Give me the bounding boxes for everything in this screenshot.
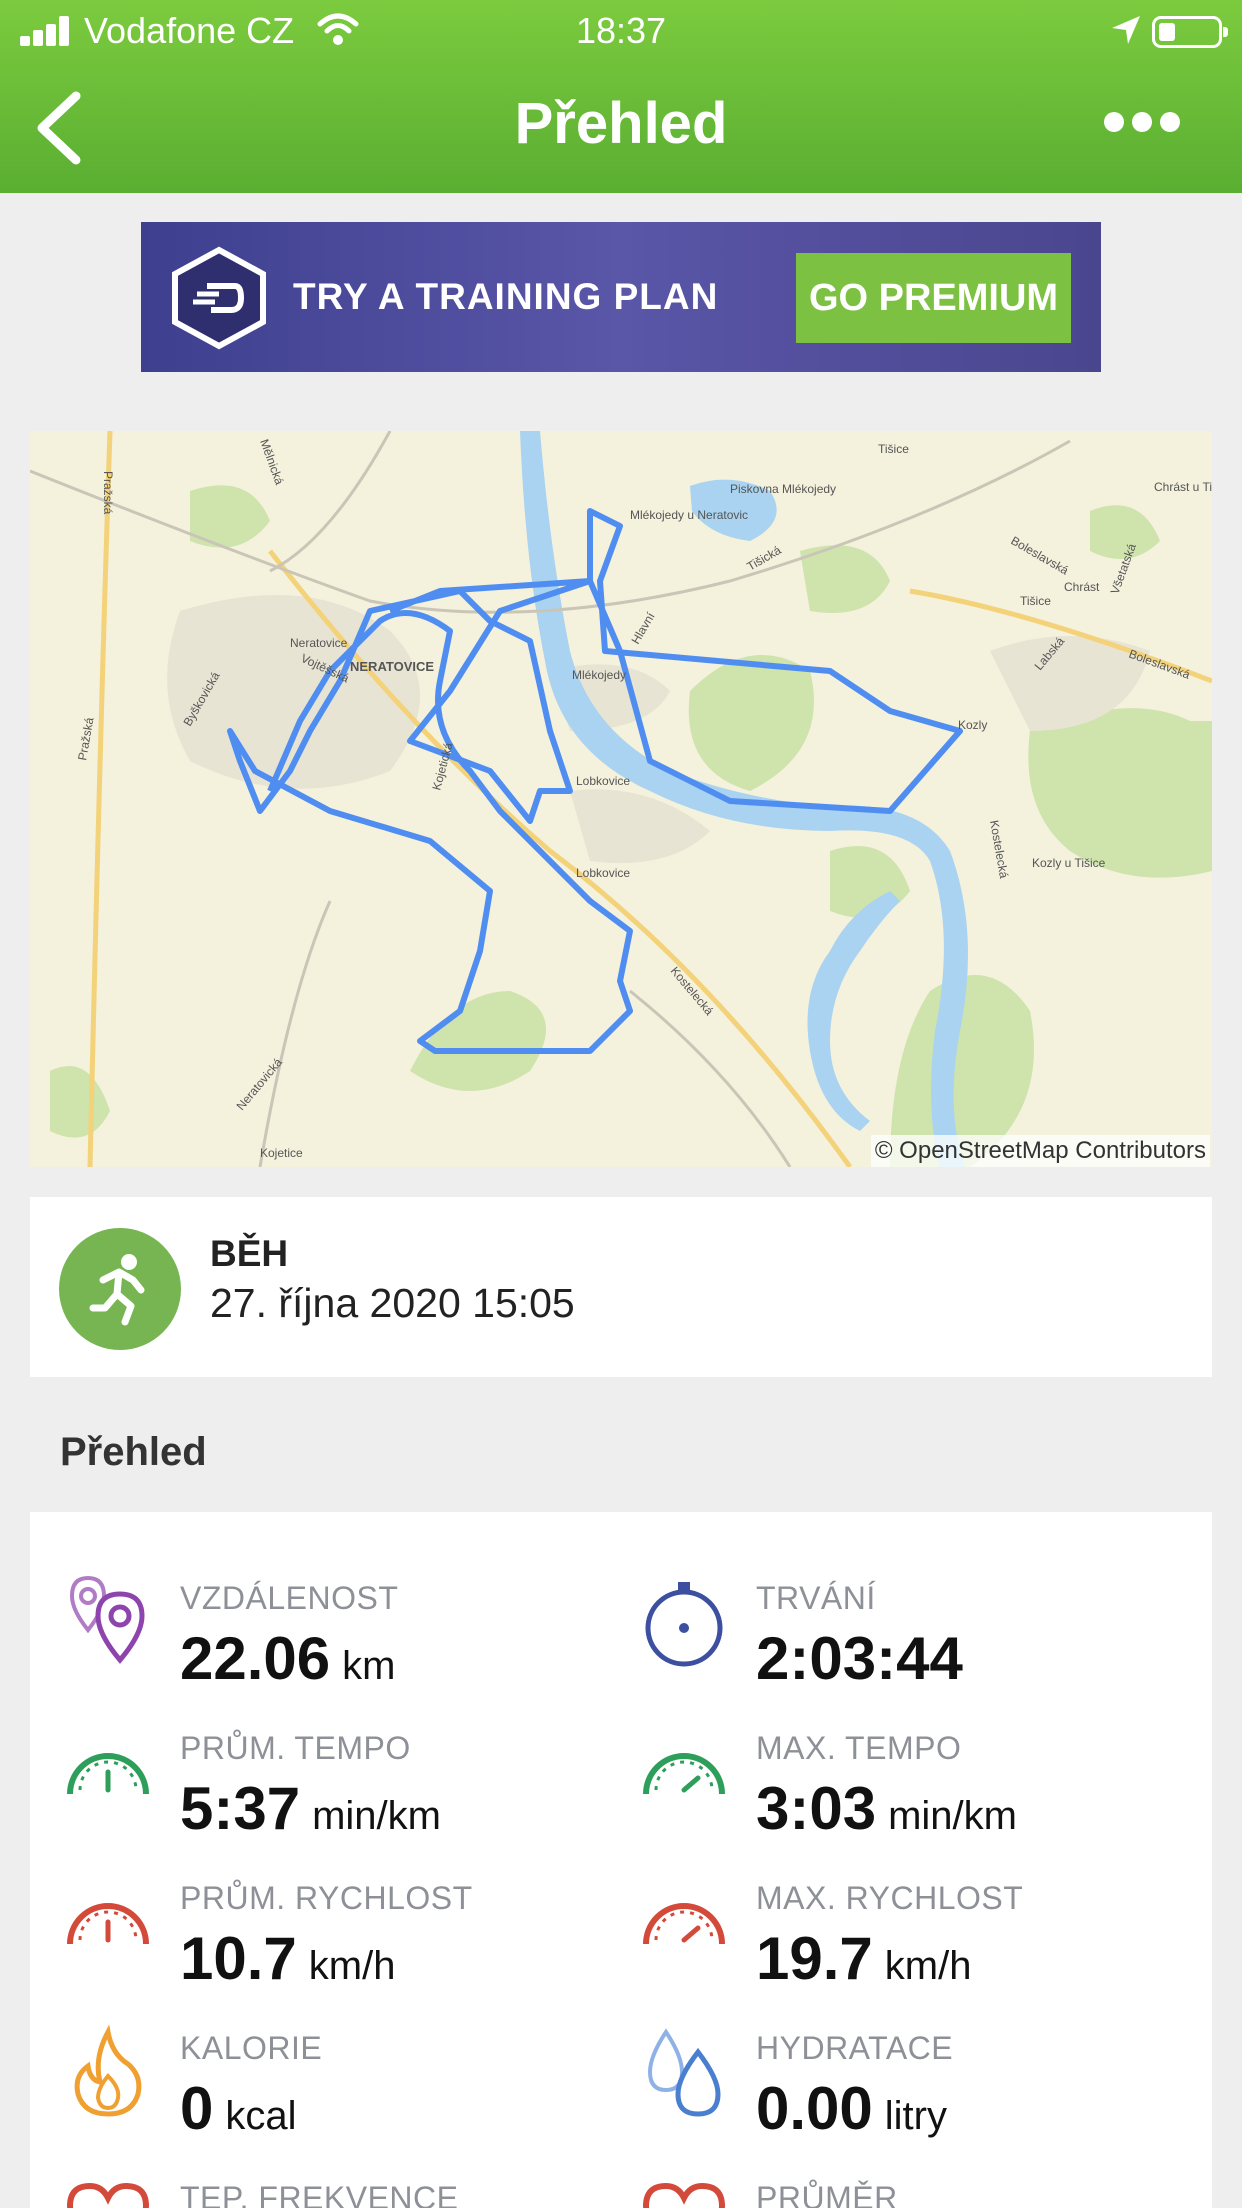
stat-avg-speed: PRŮM. RYCHLOST 10.7 km/h <box>60 1874 620 2014</box>
stat-value: 0.00 litry <box>756 2075 947 2142</box>
stat-label: PRŮM. TEMPO <box>180 1730 411 1766</box>
ad-headline: TRY A TRAINING PLAN <box>293 276 719 317</box>
stat-label: TEP. FREKVENCE <box>180 2180 459 2208</box>
route-map[interactable]: Neratovice NERATOVICE Mlékojedy u Nerato… <box>30 431 1212 1167</box>
flame-icon <box>74 2024 142 2117</box>
premium-ad-banner[interactable]: TRY A TRAINING PLAN GO PREMIUM <box>141 222 1101 372</box>
stat-label: KALORIE <box>180 2030 323 2066</box>
page-title: Přehled <box>514 91 728 156</box>
activity-date: 27. října 2020 15:05 <box>210 1280 575 1326</box>
stat-value: 22.06 km <box>180 1625 396 1692</box>
stat-value: 2:03:44 <box>756 1625 963 1692</box>
map-label: Kojetice <box>260 1146 303 1160</box>
map-label: Hlavní <box>628 609 657 646</box>
stat-value: 5:37 min/km <box>180 1775 441 1842</box>
map-label: Mlékojedy <box>572 668 626 682</box>
water-drops-icon <box>647 2028 721 2117</box>
stat-label: PRŮMĚR <box>756 2180 898 2208</box>
location-arrow-icon <box>1112 16 1140 44</box>
running-icon <box>59 1228 181 1350</box>
stat-max-pace: MAX. TEMPO 3:03 min/km <box>636 1724 1196 1864</box>
stat-label: MAX. RYCHLOST <box>756 1880 1024 1916</box>
map-label: Pražská <box>75 716 96 761</box>
training-plan-logo-icon <box>172 246 266 350</box>
stat-label: MAX. TEMPO <box>756 1730 962 1766</box>
stat-value: 0 kcal <box>180 2075 297 2142</box>
map-label: Pražská <box>101 471 115 515</box>
map-label: Chrást <box>1064 580 1100 594</box>
speedometer-red-icon <box>643 1903 725 1945</box>
stats-panel: VZDÁLENOST 22.06 km TRVÁNÍ 2:03:44 PRŮM. … <box>30 1512 1212 2208</box>
stat-label: HYDRATACE <box>756 2030 954 2066</box>
activity-card: BĚH 27. října 2020 15:05 <box>30 1197 1212 1377</box>
section-title: Přehled <box>60 1430 207 1474</box>
stat-heart-average: PRŮMĚR <box>636 2174 1196 2208</box>
stat-distance: VZDÁLENOST 22.06 km <box>60 1574 620 1714</box>
map-label: Mlékojedy u Neratovic <box>630 508 748 522</box>
map-label: Lobkovice <box>576 774 630 788</box>
map-label: Tišice <box>1020 594 1051 608</box>
battery-icon <box>1152 16 1228 48</box>
map-label: Neratovická <box>234 1055 286 1113</box>
stopwatch-icon <box>645 1582 723 1667</box>
stat-duration: TRVÁNÍ 2:03:44 <box>636 1574 1196 1714</box>
map-label: Piskovna Mlékojedy <box>730 482 836 496</box>
heart-icon <box>66 2182 150 2208</box>
map-label: Kostelecká <box>987 819 1011 880</box>
stat-label: VZDÁLENOST <box>180 1580 399 1616</box>
stat-heart-rate: TEP. FREKVENCE <box>60 2174 620 2208</box>
more-options-icon[interactable] <box>1104 112 1180 136</box>
stat-hydration: HYDRATACE 0.00 litry <box>636 2024 1196 2164</box>
status-time: 18:37 <box>575 10 667 51</box>
map-label: Kozly <box>958 718 987 732</box>
stat-value: 19.7 km/h <box>756 1925 972 1992</box>
map-label: Chrást u Tišic <box>1154 480 1212 494</box>
stat-calories: KALORIE 0 kcal <box>60 2024 620 2164</box>
stat-label: PRŮM. RYCHLOST <box>180 1880 473 1916</box>
map-label: Kozly u Tišice <box>1032 856 1106 870</box>
map-label: Neratovice <box>290 636 348 650</box>
location-pins-icon <box>69 1575 145 1664</box>
status-bar: Vodafone CZ 18:37 <box>0 0 1242 62</box>
map-label: Tišice <box>878 442 909 456</box>
go-premium-button[interactable]: GO PREMIUM <box>796 253 1071 343</box>
activity-type: BĚH <box>210 1233 289 1274</box>
map-attribution[interactable]: © OpenStreetMap Contributors <box>870 1135 1210 1167</box>
map-label: NERATOVICE <box>350 659 434 674</box>
stat-avg-pace: PRŮM. TEMPO 5:37 min/km <box>60 1724 620 1864</box>
stat-value: 3:03 min/km <box>756 1775 1017 1842</box>
heart-icon <box>642 2182 726 2208</box>
speedometer-green-icon <box>643 1753 725 1795</box>
stat-value: 10.7 km/h <box>180 1925 396 1992</box>
app-header: Vodafone CZ 18:37 Přehled <box>0 0 1242 193</box>
map-label: Boleslavská <box>1009 533 1072 577</box>
map-label: Lobkovice <box>576 866 630 880</box>
stat-max-speed: MAX. RYCHLOST 19.7 km/h <box>636 1874 1196 2014</box>
speedometer-red-icon <box>67 1903 149 1945</box>
map-label: Mělnická <box>257 437 286 487</box>
speedometer-green-icon <box>67 1753 149 1795</box>
stat-label: TRVÁNÍ <box>756 1580 876 1616</box>
